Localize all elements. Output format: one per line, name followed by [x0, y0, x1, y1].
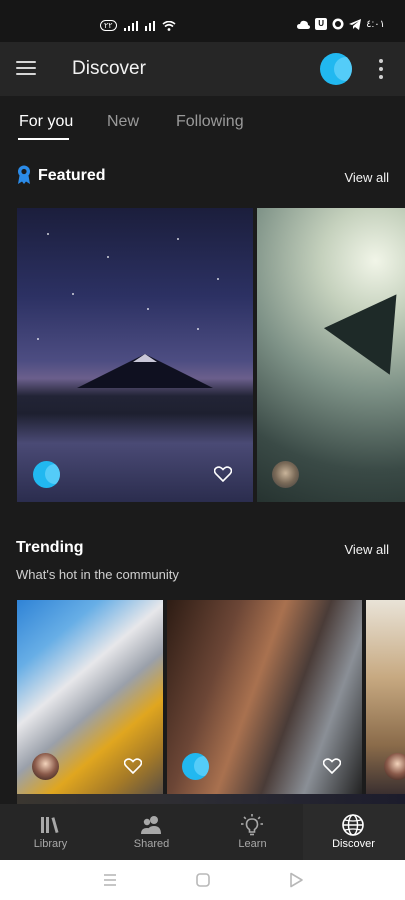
trending-view-all-link[interactable]: View all	[344, 542, 389, 557]
box-icon: U	[315, 18, 328, 30]
nav-label-discover: Discover	[332, 838, 375, 850]
cloud-icon	[297, 20, 311, 29]
globe-icon	[342, 814, 364, 836]
nav-label-library: Library	[33, 838, 68, 850]
card-author-avatar[interactable]	[182, 753, 209, 780]
system-navigation-bar	[0, 860, 405, 900]
tab-new[interactable]: New	[107, 113, 139, 131]
featured-view-all-link[interactable]: View all	[344, 170, 389, 185]
status-bar: ٢٢ U ٤:٠١	[0, 0, 405, 42]
status-pill: ٢٢	[100, 20, 117, 31]
award-ribbon-icon	[18, 165, 30, 184]
trending-card-family-selfie[interactable]	[167, 600, 362, 794]
card-author-avatar[interactable]	[272, 461, 299, 488]
signal-icon-2	[144, 20, 155, 31]
signal-icon	[123, 20, 138, 31]
app-bar: Discover	[0, 42, 405, 96]
next-row-preview	[17, 794, 405, 804]
lightbulb-icon	[241, 814, 263, 836]
home-icon[interactable]	[193, 870, 213, 890]
nav-label-shared: Shared	[133, 838, 170, 850]
back-icon[interactable]	[286, 870, 306, 890]
nav-label-learn: Learn	[238, 838, 267, 850]
status-time: ٤:٠١	[366, 18, 385, 30]
bottom-navigation: Library Shared Learn Discover	[0, 804, 405, 860]
page-title: Discover	[72, 58, 146, 79]
shared-people-icon	[141, 816, 161, 834]
profile-avatar[interactable]	[320, 53, 352, 85]
nav-item-discover[interactable]: Discover	[303, 804, 405, 860]
tab-following[interactable]: Following	[176, 113, 244, 131]
menu-icon[interactable]	[100, 870, 120, 890]
heart-icon[interactable]	[214, 466, 232, 482]
tab-for-you[interactable]: For you	[19, 113, 73, 131]
featured-card-night-sky[interactable]	[17, 208, 253, 502]
trending-title: Trending	[16, 539, 84, 556]
trending-card-airplane[interactable]	[17, 600, 163, 794]
card-author-avatar[interactable]	[32, 753, 59, 780]
status-right-group: U ٤:٠١	[297, 18, 385, 30]
kebab-menu-icon[interactable]	[377, 59, 385, 79]
hamburger-icon[interactable]	[16, 61, 36, 75]
telegram-icon	[349, 18, 362, 30]
wifi-icon	[162, 20, 176, 31]
heart-icon[interactable]	[323, 758, 341, 774]
manta-ray-shape	[323, 294, 405, 392]
card-author-avatar[interactable]	[384, 753, 405, 780]
featured-title: Featured	[38, 167, 106, 184]
discover-tabs: For you New Following	[0, 96, 405, 146]
card-author-avatar[interactable]	[33, 461, 60, 488]
nav-item-learn[interactable]: Learn	[202, 804, 303, 860]
trending-card-desert[interactable]	[366, 600, 405, 794]
nav-item-shared[interactable]: Shared	[101, 804, 202, 860]
mountain-snowcap	[133, 354, 157, 362]
featured-card-underwater[interactable]	[257, 208, 405, 502]
heart-icon[interactable]	[124, 758, 142, 774]
library-icon	[41, 817, 59, 833]
whatsapp-icon	[332, 18, 344, 30]
status-indicators: ٢٢	[100, 20, 176, 31]
tab-active-indicator	[18, 138, 69, 140]
trending-subtitle: What's hot in the community	[16, 567, 179, 582]
nav-item-library[interactable]: Library	[0, 804, 101, 860]
